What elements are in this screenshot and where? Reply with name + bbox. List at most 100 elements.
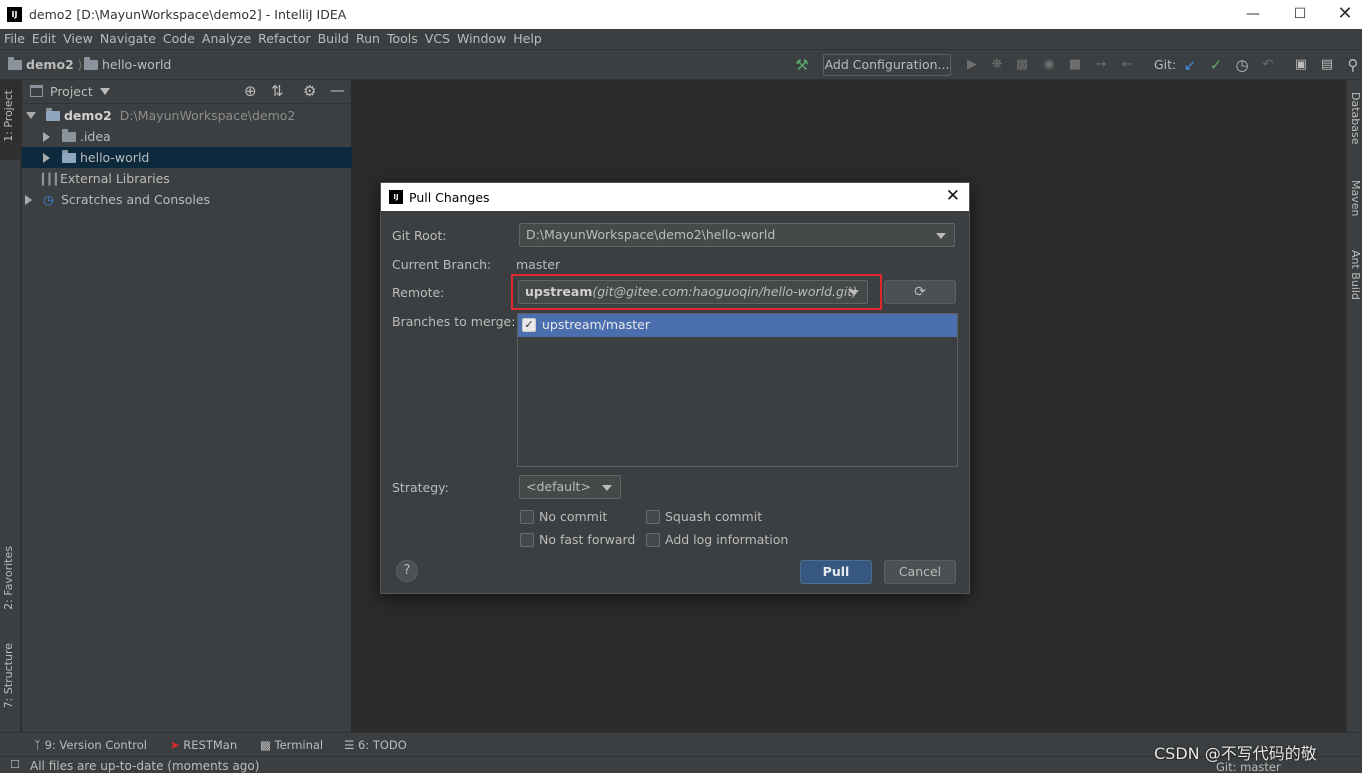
menu-edit[interactable]: Edit (29, 29, 59, 49)
chevron-down-icon (602, 485, 612, 491)
menu-tools[interactable]: Tools (384, 29, 421, 49)
git-commit-icon[interactable]: ✓ (1207, 56, 1225, 74)
help-button[interactable]: ? (396, 560, 418, 582)
tab-structure[interactable]: 7: Structure (2, 643, 15, 708)
menu-navigate[interactable]: Navigate (97, 29, 159, 49)
terminal-icon: ▩ (260, 738, 275, 752)
tab-favorites[interactable]: 2: Favorites (2, 546, 15, 610)
menu-run[interactable]: Run (353, 29, 383, 49)
git-history-icon[interactable]: ◷ (1233, 56, 1251, 74)
settings-gear-icon[interactable]: ⚙ (303, 82, 316, 100)
menu-bar: File Edit View Navigate Code Analyze Refactor B… (0, 29, 1362, 50)
tree-item-external-libraries[interactable]: ▎▎▎ External Libraries (22, 168, 352, 189)
menu-refactor[interactable]: Refactor (255, 29, 313, 49)
add-configuration-button[interactable]: Add Configuration... (823, 54, 951, 76)
minimize-icon[interactable]: — (1230, 3, 1276, 25)
menu-analyze[interactable]: Analyze (199, 29, 254, 49)
search-icon[interactable]: ⚲ (1344, 56, 1362, 74)
module-folder-icon (45, 108, 60, 121)
git-rollback-icon[interactable]: ↶ (1259, 56, 1277, 74)
no-fast-forward-checkbox[interactable] (520, 533, 534, 547)
module-folder-icon (84, 57, 98, 70)
branch-checkbox[interactable]: ✓ (522, 318, 536, 332)
status-square-icon[interactable]: ☐ (10, 758, 20, 771)
project-view-icon (30, 85, 43, 97)
no-fast-forward-label: No fast forward (539, 532, 636, 547)
git-update-icon[interactable]: ↙ (1181, 56, 1199, 74)
collapsed-arrow-icon (25, 195, 32, 205)
project-panel: Project ⊕ ⇅ ⚙ — demo2 D:\MayunWorkspace\… (22, 80, 352, 732)
intellij-app-icon: IJ (7, 7, 22, 22)
profile-icon[interactable]: ◉ (1040, 56, 1058, 74)
expanded-arrow-icon (26, 112, 36, 119)
tab-database[interactable]: Database (1349, 92, 1362, 145)
branches-label: Branches to merge: (392, 314, 516, 329)
module-folder-icon (61, 150, 76, 163)
right-tool-strip: Database Maven Ant Build (1346, 80, 1362, 732)
project-structure-icon[interactable]: ▣ (1292, 56, 1310, 74)
folder-icon (61, 129, 76, 142)
tool-todo[interactable]: ☰ 6: TODO (344, 738, 407, 752)
squash-commit-label: Squash commit (665, 509, 763, 524)
build-hammer-icon[interactable]: ⚒ (793, 56, 811, 74)
close-icon[interactable]: ✕ (946, 186, 960, 206)
tree-item-idea[interactable]: .idea (22, 126, 352, 147)
no-commit-checkbox[interactable] (520, 510, 534, 524)
strategy-label: Strategy: (392, 480, 449, 495)
menu-help[interactable]: Help (510, 29, 545, 49)
dialog-title: Pull Changes (409, 190, 490, 205)
tree-item-scratches[interactable]: ◷ Scratches and Consoles (22, 189, 352, 210)
cancel-button[interactable]: Cancel (884, 560, 956, 584)
remote-combo[interactable]: upstream(git@gitee.com:haoguoqin/hello-w… (518, 280, 868, 304)
tree-item-hello-world[interactable]: hello-world (22, 147, 352, 168)
menu-window[interactable]: Window (454, 29, 509, 49)
collapse-all-icon[interactable]: ⇅ (271, 82, 284, 100)
stop-icon[interactable]: ■ (1066, 56, 1084, 74)
collapsed-arrow-icon (43, 153, 50, 163)
menu-code[interactable]: Code (160, 29, 198, 49)
close-window-icon[interactable]: ✕ (1322, 3, 1362, 25)
tab-project[interactable]: 1: Project (2, 90, 15, 142)
squash-commit-checkbox[interactable] (646, 510, 660, 524)
back-icon[interactable]: ← (1118, 56, 1136, 74)
tab-maven[interactable]: Maven (1349, 180, 1362, 216)
hide-panel-icon[interactable]: — (330, 81, 345, 99)
chevron-down-icon (849, 290, 859, 296)
tool-restman[interactable]: ➤ RESTMan (170, 738, 237, 752)
pull-changes-dialog: IJ Pull Changes ✕ Git Root: D:\MayunWork… (380, 182, 970, 594)
breadcrumb-project[interactable]: demo2 ⟩ (8, 57, 83, 72)
presentation-icon[interactable]: ▤ (1318, 56, 1336, 74)
git-root-combo[interactable]: D:\MayunWorkspace\demo2\hello-world (519, 223, 955, 247)
libraries-icon: ▎▎▎ (42, 173, 63, 186)
menu-file[interactable]: File (1, 29, 28, 49)
menu-vcs[interactable]: VCS (422, 29, 453, 49)
forward-icon[interactable]: → (1092, 56, 1110, 74)
navigation-bar: demo2 ⟩ hello-world ⚒ ▶ ❋ ▩ ◉ ■ → ← Git:… (0, 50, 1362, 80)
tool-terminal[interactable]: ▩ Terminal (260, 738, 323, 752)
branch-row[interactable]: ✓ upstream/master (518, 314, 957, 337)
project-folder-icon (8, 57, 22, 70)
strategy-combo[interactable]: <default> (519, 475, 621, 499)
run-icon[interactable]: ▶ (963, 56, 981, 74)
remote-label: Remote: (392, 285, 445, 300)
menu-build[interactable]: Build (315, 29, 352, 49)
current-branch-label: Current Branch: (392, 257, 492, 272)
status-message: All files are up-to-date (moments ago) (30, 759, 260, 773)
locate-file-icon[interactable]: ⊕ (244, 82, 257, 100)
refresh-remotes-button[interactable]: ⟳ (884, 280, 956, 304)
maximize-icon[interactable]: ☐ (1277, 3, 1323, 25)
breadcrumb-module[interactable]: hello-world (84, 57, 171, 72)
csdn-watermark: CSDN @不写代码的敬 (1154, 744, 1317, 763)
coverage-icon[interactable]: ▩ (1013, 56, 1031, 74)
pull-button[interactable]: Pull (800, 560, 872, 584)
menu-view[interactable]: View (60, 29, 96, 49)
chevron-down-icon (99, 88, 110, 95)
tool-version-control[interactable]: ᛉ 9: Version Control (34, 738, 147, 752)
project-view-selector[interactable]: Project (50, 84, 110, 99)
debug-icon[interactable]: ❋ (988, 56, 1006, 74)
window-title-bar: IJ demo2 [D:\MayunWorkspace\demo2] - Int… (0, 0, 1362, 29)
tree-item-demo2[interactable]: demo2 D:\MayunWorkspace\demo2 (22, 105, 352, 126)
restman-icon: ➤ (170, 738, 184, 752)
tab-ant-build[interactable]: Ant Build (1349, 250, 1362, 300)
add-log-checkbox[interactable] (646, 533, 660, 547)
